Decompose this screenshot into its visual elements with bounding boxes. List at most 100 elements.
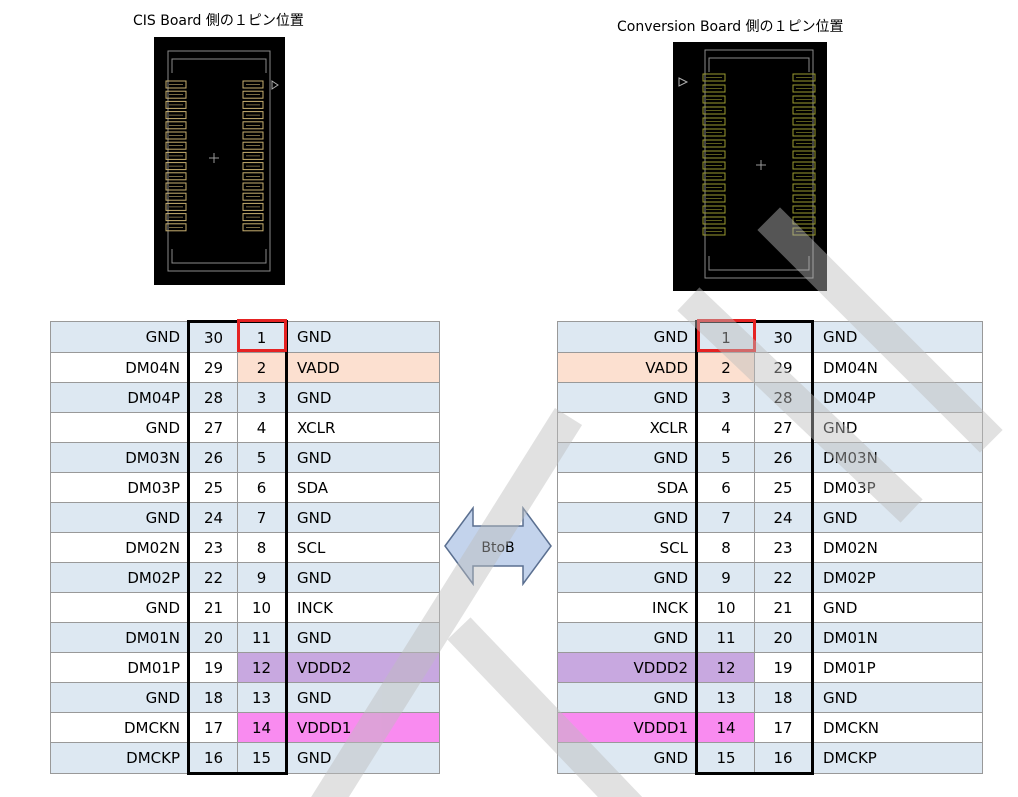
- pin-number-outer: 26: [754, 442, 814, 473]
- pin-signal-name: GND: [286, 742, 440, 774]
- pin-number-inner: 2: [695, 352, 755, 383]
- pin-number-outer: 19: [187, 652, 238, 683]
- pin-number-outer: 16: [187, 742, 238, 775]
- pin-number-inner: 9: [237, 562, 288, 593]
- pin-number-inner: 6: [695, 472, 755, 503]
- pin1-marker-icon: [271, 80, 279, 90]
- pin-number-outer: 17: [187, 712, 238, 743]
- connector-pad: [702, 150, 726, 159]
- pin-signal-name: GND: [50, 592, 189, 623]
- pin-number-outer: 19: [754, 652, 814, 683]
- connector-pad: [792, 73, 816, 82]
- pin-number-outer: 20: [187, 622, 238, 653]
- connector-pad: [792, 227, 816, 236]
- pin-signal-name: DM02N: [812, 532, 983, 563]
- pin1-marker-icon: [678, 77, 689, 87]
- pin-signal-name: GND: [286, 502, 440, 533]
- pin-number-outer: 25: [187, 472, 238, 503]
- pin-number-outer: 27: [754, 412, 814, 443]
- pin-signal-name: GND: [286, 442, 440, 473]
- conversion-board-caption: Conversion Board 側の１ピン位置: [617, 19, 844, 35]
- pin-signal-name: GND: [557, 622, 697, 653]
- pin-signal-name: GND: [812, 321, 983, 353]
- connector-pad: [165, 111, 187, 120]
- connector-pad: [165, 162, 187, 171]
- pin-signal-name: GND: [286, 382, 440, 413]
- pin-signal-name: GND: [812, 502, 983, 533]
- pin-number-outer: 20: [754, 622, 814, 653]
- connector-pad: [702, 128, 726, 137]
- pin-number-inner: 4: [695, 412, 755, 443]
- pin-number-inner: 13: [695, 682, 755, 713]
- btob-double-arrow: BtoB: [444, 506, 552, 586]
- pin-signal-name: GND: [50, 502, 189, 533]
- connector-pad: [792, 128, 816, 137]
- connector-pad: [165, 90, 187, 99]
- pin-number-outer: 22: [187, 562, 238, 593]
- pin-number-outer: 25: [754, 472, 814, 503]
- pin-number-inner: 13: [237, 682, 288, 713]
- connector-pad: [702, 216, 726, 225]
- connector-pad: [792, 216, 816, 225]
- pin-signal-name: VDDD1: [557, 712, 697, 743]
- pin-number-inner: 8: [695, 532, 755, 563]
- pin-signal-name: INCK: [557, 592, 697, 623]
- pin-number-outer: 17: [754, 712, 814, 743]
- pin-signal-name: GND: [557, 382, 697, 413]
- pin-signal-name: GND: [557, 562, 697, 593]
- connector-pad: [165, 213, 187, 222]
- connector-pad: [702, 139, 726, 148]
- pin-row: VDDD2 12 19 DM01P: [557, 652, 983, 683]
- pin-row: GND 13 18 GND: [557, 682, 983, 713]
- pin-row: DM04P 28 3 GND: [50, 382, 440, 413]
- pin-row: DM01P 19 12 VDDD2: [50, 652, 440, 683]
- pin-number-outer: 21: [754, 592, 814, 623]
- pin-signal-name: DM03N: [812, 442, 983, 473]
- connector-pad: [792, 183, 816, 192]
- pin-number-inner: 7: [695, 502, 755, 533]
- connector-pad: [242, 162, 264, 171]
- pin-number-inner: 10: [695, 592, 755, 623]
- pin-number-outer: 27: [187, 412, 238, 443]
- pin-number-inner: 15: [695, 742, 755, 775]
- pin-signal-name: GND: [557, 682, 697, 713]
- cis-board-pin-table: GND 30 1 GND DM04N 29 2 VADD DM04P 28 3 GND GND 27 4 XC…: [50, 320, 440, 775]
- pin-signal-name: DMCKN: [812, 712, 983, 743]
- pin-signal-name: GND: [557, 502, 697, 533]
- connector-pad: [792, 117, 816, 126]
- pin-signal-name: GND: [50, 321, 189, 353]
- pin-row: SDA 6 25 DM03P: [557, 472, 983, 503]
- pin-number-inner: 2: [237, 352, 288, 383]
- connector-pad: [702, 73, 726, 82]
- pin-number-inner: 11: [237, 622, 288, 653]
- btob-label: BtoB: [481, 540, 514, 556]
- pin-signal-name: GND: [286, 682, 440, 713]
- pin-signal-name: GND: [286, 622, 440, 653]
- connector-pad: [165, 182, 187, 191]
- pin-row: DMCKP 16 15 GND: [50, 742, 440, 775]
- connector-pad: [792, 205, 816, 214]
- connector-pad: [702, 161, 726, 170]
- connector-pad: [792, 84, 816, 93]
- cis-board-connector-image: [154, 37, 285, 285]
- pin-signal-name: DMCKN: [50, 712, 189, 743]
- pin-number-inner: 15: [237, 742, 288, 775]
- pin-signal-name: DM04N: [50, 352, 189, 383]
- connector-pad: [702, 84, 726, 93]
- pin-signal-name: GND: [812, 592, 983, 623]
- connector-pad: [242, 141, 264, 150]
- connector-pad: [165, 80, 187, 89]
- pin-number-outer: 21: [187, 592, 238, 623]
- connector-pad: [242, 131, 264, 140]
- pin-signal-name: VDDD2: [286, 652, 440, 683]
- pin-signal-name: DM04P: [812, 382, 983, 413]
- pin-row: GND 9 22 DM02P: [557, 562, 983, 593]
- pin-number-outer: 29: [754, 352, 814, 383]
- pin-signal-name: SCL: [286, 532, 440, 563]
- pin-number-outer: 30: [187, 320, 238, 353]
- pin-signal-name: DM03P: [812, 472, 983, 503]
- pin-number-outer: 23: [754, 532, 814, 563]
- pin-signal-name: DM02N: [50, 532, 189, 563]
- connector-pad: [242, 100, 264, 109]
- pin-number-inner: 7: [237, 502, 288, 533]
